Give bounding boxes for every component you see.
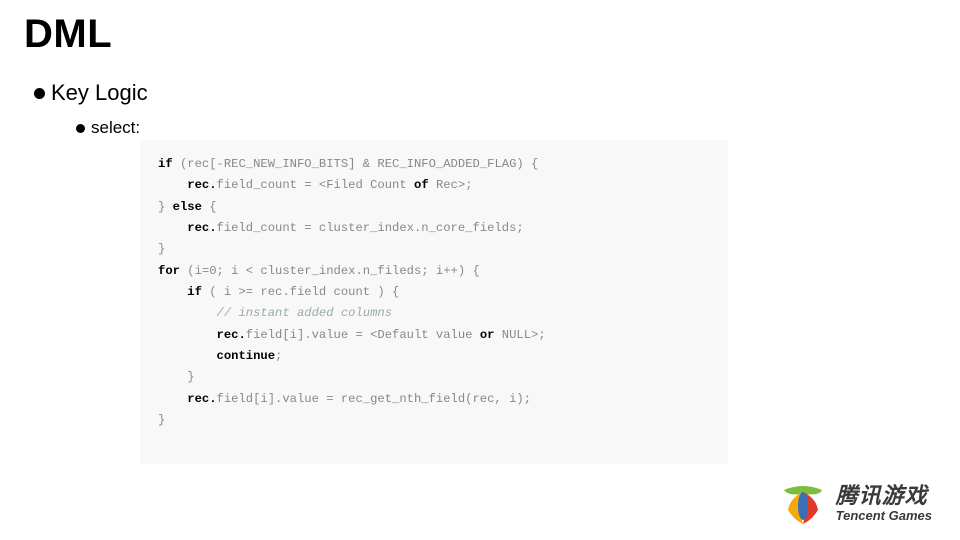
bullet-disc-icon <box>34 88 45 99</box>
bullet-key-logic: Key Logic <box>34 80 148 106</box>
logo-en-text: Tencent Games <box>836 509 932 522</box>
bullet2-text: select: <box>91 118 140 138</box>
bullet-disc-icon <box>76 124 85 133</box>
code-block: if (rec[-REC_NEW_INFO_BITS] & REC_INFO_A… <box>140 140 728 464</box>
logo-cn-text: 腾讯游戏 <box>836 485 932 507</box>
tencent-logo-icon <box>780 480 826 526</box>
tencent-games-logo: 腾讯游戏 Tencent Games <box>780 480 932 526</box>
bullet-select: select: <box>76 118 140 138</box>
bullet1-text: Key Logic <box>51 80 148 106</box>
slide-title: DML <box>24 12 112 57</box>
